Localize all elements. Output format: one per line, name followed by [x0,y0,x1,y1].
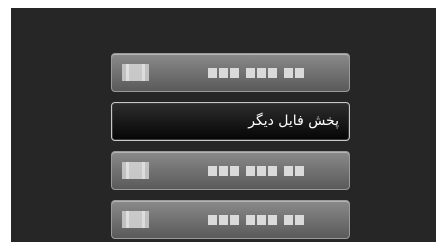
blurred-thumbnail-icon [122,162,149,179]
blurred-label [208,215,304,225]
playback-menu: پخش فایل دیگر [111,53,350,249]
menu-item-play-other-file[interactable]: پخش فایل دیگر [111,102,350,141]
camera-screen: پخش فایل دیگر [11,8,436,242]
menu-item-blurred-3[interactable] [111,200,350,239]
blurred-label [208,68,304,78]
menu-item-blurred-1[interactable] [111,53,350,92]
blurred-thumbnail-icon [122,211,149,228]
blurred-label [208,166,304,176]
blurred-thumbnail-icon [122,64,149,81]
menu-item-label: پخش فایل دیگر [248,113,339,129]
menu-item-blurred-2[interactable] [111,151,350,190]
